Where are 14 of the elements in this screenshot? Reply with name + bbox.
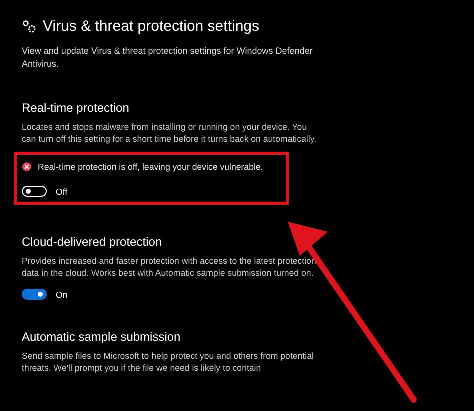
warning-text: Real-time protection is off, leaving your device vulnerable. xyxy=(38,162,264,172)
section-heading: Cloud-delivered protection xyxy=(22,235,164,249)
section-heading: Automatic sample submission xyxy=(22,330,182,344)
section-heading: Real-time protection xyxy=(22,101,130,115)
section-description: Send sample files to Microsoft to help protect you and others from potential threats. We'll prompt you if the file we need is likely to contain xyxy=(22,350,315,374)
page-title: Virus & threat protection settings xyxy=(43,18,260,35)
toggle-label: Off xyxy=(56,186,68,196)
settings-icon xyxy=(22,20,37,34)
error-icon xyxy=(22,162,32,172)
section-description: Locates and stops malware from installing or running on your device. You can turn off this setting for a short time before it turns back on automatically. xyxy=(22,121,318,145)
toggle-switch[interactable] xyxy=(22,289,47,300)
section-description: Provides increased and faster protection with access to the latest protection data in the cloud. Works best with Automatic sample submission turned on. xyxy=(22,255,318,279)
page-description: View and update Virus & threat protection settings for Windows Defender Antivirus. xyxy=(22,45,314,71)
toggle-label: On xyxy=(56,290,68,300)
